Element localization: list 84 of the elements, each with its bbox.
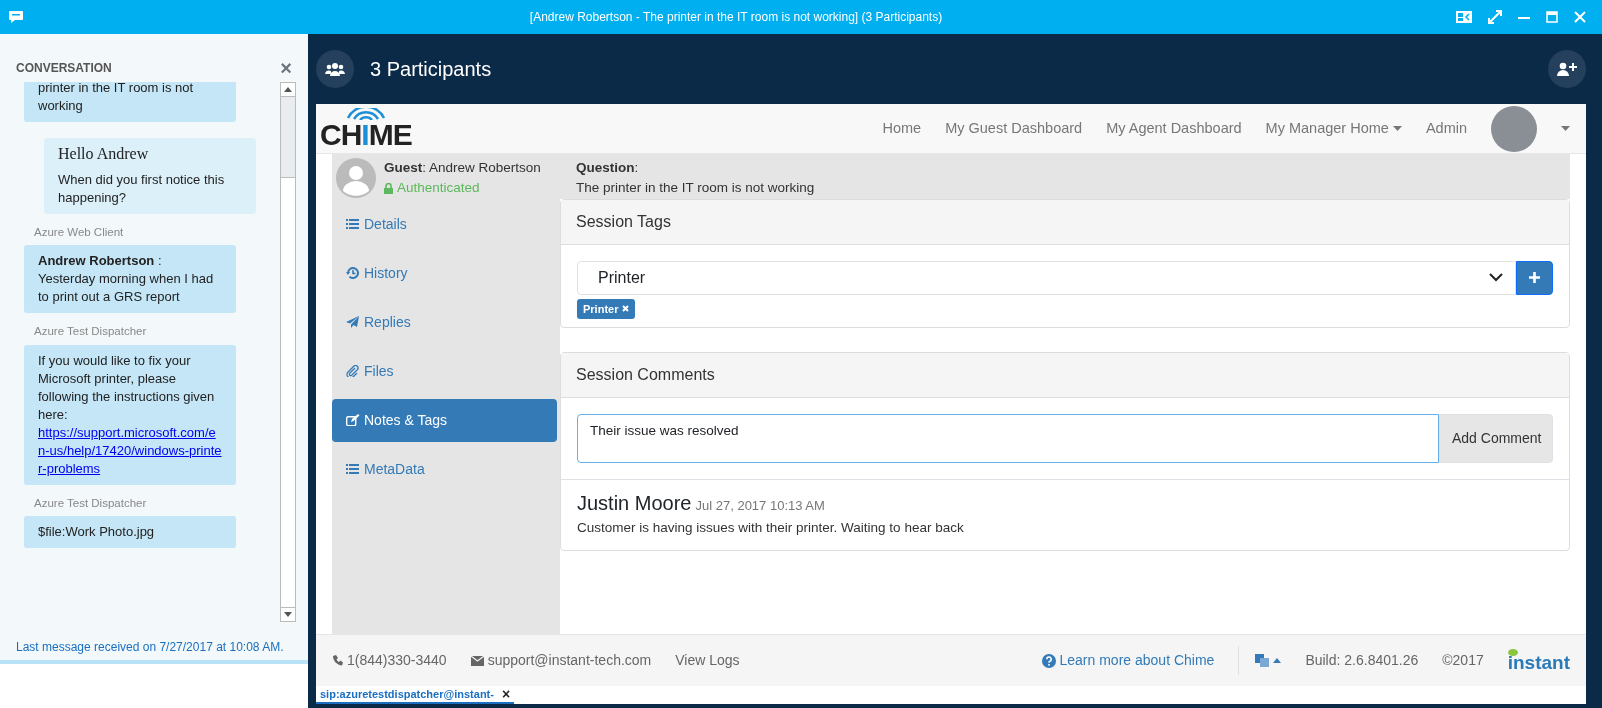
paper-plane-icon (346, 316, 360, 328)
participants-button[interactable] (316, 50, 354, 88)
sender-name: Azure Web Client (34, 225, 125, 240)
edit-icon (346, 414, 360, 426)
message-text: printer in the IT room is not working (38, 82, 195, 115)
nav-link[interactable]: My Guest Dashboard (945, 117, 1083, 140)
participants-label: 3 Participants (370, 57, 493, 82)
sender-name: Azure Test Dispatcher (34, 495, 148, 511)
add-person-icon (1557, 62, 1577, 76)
panel-title: Session Comments (561, 353, 1569, 398)
message-link[interactable]: https://support.microsoft.com/en-us/help/17420/windows-printer-problems (38, 423, 222, 478)
comment-time: Jul 27, 2017 10:13 AM (695, 497, 825, 515)
caret-up-icon (1273, 658, 1282, 663)
nav-link[interactable]: Admin (1425, 117, 1467, 140)
comment-author: Justin Moore (577, 491, 692, 516)
window-title: [Andrew Robertson - The printer in the IT room is not working] (3 Participants) (528, 9, 944, 26)
copyright-text: ©2017 (1442, 651, 1484, 670)
scroll-up-icon[interactable] (284, 87, 292, 92)
question-text: The printer in the IT room is not working (576, 179, 815, 198)
message-text: When did you first notice this happening? (58, 171, 226, 207)
comment-field[interactable]: Their issue was resolved (577, 414, 1439, 463)
people-icon (325, 62, 345, 76)
email-link[interactable]: support@instant-tech.com (487, 650, 652, 671)
envelope-icon (470, 655, 484, 666)
paperclip-icon (346, 365, 360, 377)
side-tab[interactable]: History (332, 251, 557, 295)
tag-select[interactable]: Printer (577, 260, 1516, 295)
phone-icon (332, 655, 343, 666)
question-label: Question: (576, 159, 640, 177)
panel-title: CONVERSATION (16, 60, 112, 77)
plus-icon (1529, 272, 1540, 283)
user-silhouette-icon (336, 158, 376, 198)
add-comment-button[interactable]: Add Comment (1439, 414, 1553, 463)
chat-icon (8, 10, 24, 24)
view-logs-link[interactable]: View Logs (675, 650, 740, 671)
phone-number: 1(844)330-3440 (347, 651, 447, 670)
list-icon (346, 463, 360, 475)
nav-link[interactable]: Home (882, 117, 922, 140)
comment-text: Customer is having issues with their printer. Waiting to hear back (577, 519, 965, 537)
chevron-down-icon (1489, 273, 1503, 282)
message-text: Andrew Robertson : Yesterday morning when I had to print out a GRS report (38, 252, 215, 307)
history-icon (346, 267, 360, 279)
scroll-down-icon[interactable] (284, 612, 292, 617)
side-tab[interactable]: MetaData (332, 447, 557, 491)
conversation-tab[interactable]: sip:azuretestdispatcher@instant- × (316, 686, 515, 704)
panel-title: Session Tags (561, 199, 1569, 245)
auth-status: Authenticated (397, 179, 480, 198)
status-text: Last message received on 7/27/2017 at 10:08 AM. (15, 639, 285, 656)
avatar-photo[interactable] (1491, 105, 1537, 152)
contact-card-icon[interactable] (1456, 11, 1472, 23)
instant-logo: instant (1507, 649, 1570, 672)
message-text: $file:Work Photo.jpg (38, 522, 156, 541)
remove-icon[interactable] (622, 305, 630, 313)
message-heading: Hello Andrew (58, 145, 150, 163)
tag-chip[interactable]: Printer (577, 298, 636, 319)
maximize-icon[interactable] (1546, 11, 1558, 23)
nav-link[interactable]: My Agent Dashboard (1106, 117, 1242, 140)
learn-more-link[interactable]: Learn more about Chime (1059, 650, 1215, 671)
close-tab-button[interactable]: × (501, 683, 511, 705)
side-tab[interactable]: Notes & Tags (332, 398, 557, 442)
side-tab[interactable]: Replies (332, 300, 557, 344)
translate-icon (1255, 654, 1270, 667)
list-icon (346, 218, 360, 230)
lock-icon (384, 182, 393, 194)
leaf-icon (1507, 649, 1518, 656)
side-tab[interactable]: Files (332, 349, 557, 393)
guest-name: Guest: Andrew Robertson (384, 159, 542, 177)
language-button[interactable] (1238, 646, 1282, 675)
nav-link[interactable]: My Manager Home (1265, 117, 1402, 140)
caret-icon[interactable] (1392, 126, 1402, 132)
scrollbar[interactable] (280, 82, 296, 622)
sender-name: Azure Test Dispatcher (34, 324, 148, 340)
close-icon[interactable] (1574, 11, 1586, 23)
add-tag-button[interactable] (1516, 260, 1553, 295)
caret-icon[interactable] (1561, 126, 1570, 131)
message-input[interactable] (0, 660, 308, 708)
help-icon (1041, 653, 1056, 668)
chime-logo: CHIME (316, 107, 412, 150)
close-button[interactable]: × (280, 58, 292, 78)
side-tab[interactable]: Details (332, 202, 557, 246)
message-text: If you would like to fix your Microsoft printer, please following the instructions given here: (38, 351, 216, 424)
add-person-button[interactable] (1548, 50, 1586, 88)
build-number: Build: 2.6.8401.26 (1305, 651, 1419, 670)
expand-icon[interactable] (1488, 10, 1502, 24)
